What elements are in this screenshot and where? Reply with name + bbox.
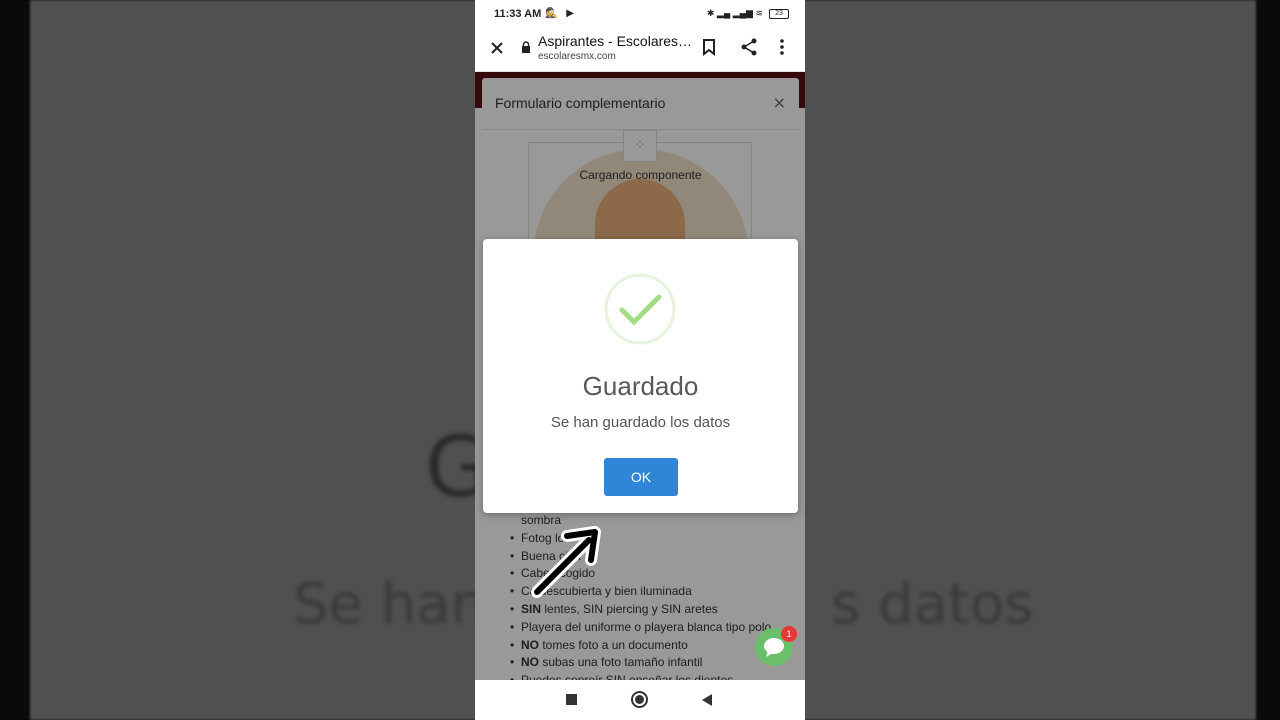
status-time: 11:33 AM [494, 8, 542, 20]
page-domain[interactable]: escolaresmx.com [538, 51, 616, 62]
signal-icon: ✱ ▂▄ ▂▄▆ ≋ [706, 8, 763, 18]
pointer-arrow-icon [531, 526, 601, 598]
chat-notification-badge: 1 [781, 626, 797, 642]
share-icon[interactable] [740, 38, 758, 56]
more-vert-icon[interactable] [779, 38, 785, 56]
bookmark-icon[interactable] [701, 38, 717, 56]
background-subtitle-left: Se han [293, 572, 487, 637]
browser-toolbar: Aspirantes - Escolares… escolaresmx.com [475, 28, 805, 72]
ok-button[interactable]: OK [604, 458, 678, 496]
success-dialog: Guardado Se han guardado los datos OK [483, 239, 798, 513]
page-title[interactable]: Aspirantes - Escolares… [538, 33, 692, 49]
background-subtitle-right: s datos [831, 572, 1034, 637]
recents-icon[interactable] [566, 694, 577, 705]
success-check-icon [604, 273, 676, 345]
status-bar: 11:33 AM 🕵 ▶ ✱ ▂▄ ▂▄▆ ≋ 23 [475, 0, 805, 28]
status-notification-icons: 🕵 ▶ [545, 8, 577, 19]
phone-screen: 11:33 AM 🕵 ▶ ✱ ▂▄ ▂▄▆ ≋ 23 Aspirantes - … [475, 0, 805, 720]
dialog-message: Se han guardado los datos [550, 414, 731, 431]
home-icon[interactable] [631, 691, 648, 708]
close-icon [491, 42, 503, 54]
battery-icon: 23 [769, 8, 789, 19]
lock-icon [522, 41, 530, 53]
close-tab-button[interactable] [485, 36, 509, 60]
status-right-icons: ✱ ▂▄ ▂▄▆ ≋ 23 [707, 8, 789, 19]
dialog-title: Guardado [582, 371, 699, 401]
system-nav-bar [475, 680, 805, 720]
back-icon[interactable] [702, 694, 712, 706]
